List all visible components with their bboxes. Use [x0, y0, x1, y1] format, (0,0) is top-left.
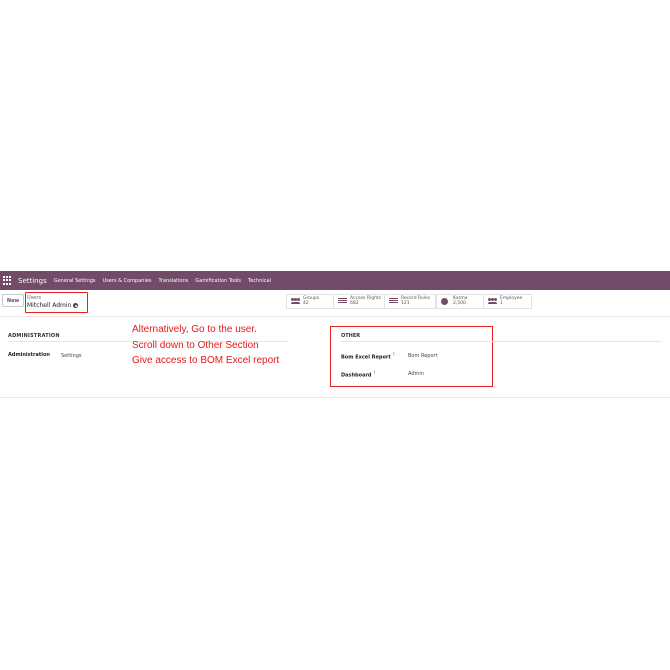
field-label-administration: Administration — [8, 352, 50, 358]
smart-button-groups[interactable]: Groups 42 — [286, 294, 334, 309]
smart-button-karma[interactable]: Karma 2,500 — [436, 294, 484, 309]
field-label-dashboard: Dashboard ? — [341, 370, 375, 379]
breadcrumb-parent-users[interactable]: Users — [27, 295, 41, 301]
help-icon[interactable]: ? — [373, 370, 375, 375]
field-value-bom-excel-report[interactable]: Bom Report — [408, 353, 438, 359]
list-icon — [338, 298, 347, 304]
app-title[interactable]: Settings — [18, 277, 47, 285]
smart-button-employee[interactable]: Employee 1 — [483, 294, 532, 309]
annotation-line-1: Alternatively, Go to the user. — [132, 324, 257, 335]
stat-value: 2,500 — [453, 301, 466, 306]
stat-value: 682 — [350, 301, 359, 306]
stat-value: 42 — [303, 301, 309, 306]
new-button[interactable]: New — [2, 294, 24, 307]
help-icon[interactable]: ? — [393, 352, 395, 357]
gear-icon[interactable] — [73, 303, 78, 308]
stat-label: Employee — [500, 296, 523, 301]
top-navbar: Settings General Settings Users & Compan… — [0, 271, 670, 290]
users-icon — [488, 298, 497, 304]
smart-button-record-rules[interactable]: Record Rules 121 — [384, 294, 436, 309]
control-panel: New Users Mitchell Admin Groups 42 Acces… — [0, 290, 670, 316]
menu-general-settings[interactable]: General Settings — [54, 278, 96, 284]
smart-button-access-rights[interactable]: Access Rights 682 — [333, 294, 385, 309]
menu-technical[interactable]: Technical — [248, 278, 271, 284]
apps-menu-icon[interactable] — [3, 275, 13, 286]
annotation-line-2: Scroll down to Other Section — [132, 340, 259, 351]
breadcrumb: Users Mitchell Admin — [25, 292, 88, 313]
stat-value: 1 — [500, 301, 503, 306]
field-value-administration[interactable]: Settings — [61, 353, 82, 359]
section-title-administration: ADMINISTRATION — [8, 333, 60, 339]
sheet-bottom-border — [0, 397, 670, 398]
field-value-dashboard[interactable]: Admin — [408, 371, 424, 377]
list-icon — [389, 298, 398, 304]
menu-users-companies[interactable]: Users & Companies — [103, 278, 152, 284]
field-label-bom-excel-report: Bom Excel Report ? — [341, 352, 395, 361]
users-icon — [291, 298, 300, 304]
label-text: Bom Excel Report — [341, 354, 391, 361]
stat-value: 121 — [401, 301, 410, 306]
section-divider — [341, 341, 661, 342]
menu-gamification-tools[interactable]: Gamification Tools — [195, 278, 241, 284]
star-icon — [441, 298, 448, 305]
menu-translations[interactable]: Translations — [159, 278, 189, 284]
label-text: Dashboard — [341, 372, 372, 379]
annotation-line-3: Give access to BOM Excel report — [132, 355, 280, 366]
section-title-other: OTHER — [341, 333, 361, 339]
breadcrumb-current-record: Mitchell Admin — [27, 302, 72, 309]
